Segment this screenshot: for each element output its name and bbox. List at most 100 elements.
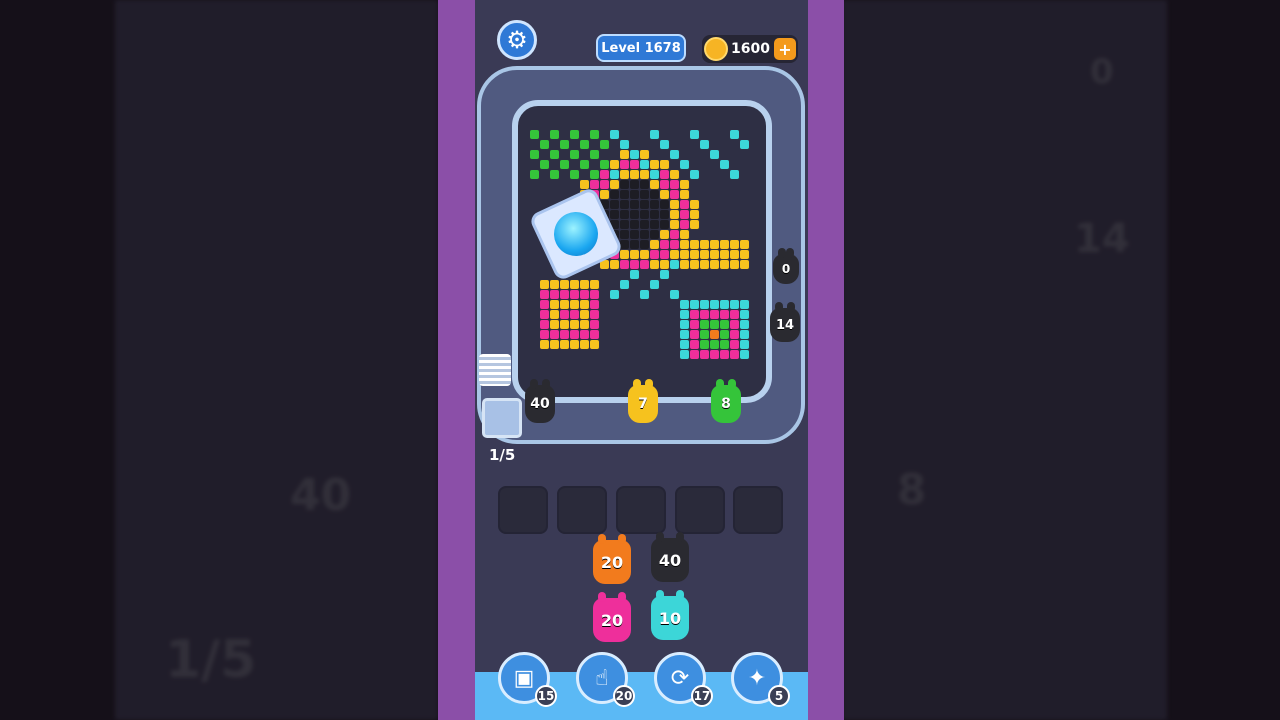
- pixel-block: [590, 330, 599, 339]
- pixel-block: [540, 300, 549, 309]
- booster-count: 17: [691, 685, 713, 707]
- pixel-block: [700, 310, 709, 319]
- holding-slot-5[interactable]: [733, 486, 783, 534]
- pixel-block: [690, 350, 699, 359]
- pixel-block: [630, 250, 639, 259]
- pixel-block: [570, 340, 579, 349]
- pixel-block: [620, 150, 629, 159]
- pixel-block: [690, 250, 699, 259]
- pixel-block: [740, 300, 749, 309]
- pixel-block: [690, 170, 699, 179]
- holding-slot-3[interactable]: [616, 486, 666, 534]
- pixel-block: [590, 130, 599, 139]
- pixel-block: [580, 160, 589, 169]
- booster-hand[interactable]: ☝ 20: [576, 652, 635, 707]
- booster-add-card[interactable]: ▣ 15: [498, 652, 557, 707]
- pixel-block: [590, 320, 599, 329]
- track-creature-0[interactable]: 0: [773, 248, 799, 284]
- gear-icon: ⚙: [506, 26, 528, 54]
- pixel-block: [580, 310, 589, 319]
- pixel-block: [580, 180, 589, 189]
- pixel-block: [600, 180, 609, 189]
- pixel-block: [560, 290, 569, 299]
- pixel-block: [680, 260, 689, 269]
- pixel-block: [650, 230, 659, 239]
- holding-slot-4[interactable]: [675, 486, 725, 534]
- pixel-block: [660, 240, 669, 249]
- pixel-block: [720, 240, 729, 249]
- booster-shuffle[interactable]: ⟳ 17: [654, 652, 713, 707]
- pixel-block: [670, 250, 679, 259]
- ghost-value-40: 40: [290, 470, 352, 521]
- pixel-block: [730, 260, 739, 269]
- pixel-block: [560, 280, 569, 289]
- pixel-block: [640, 170, 649, 179]
- pixel-block: [710, 310, 719, 319]
- booster-creature-blast[interactable]: ✦ 5: [731, 652, 790, 707]
- pixel-block: [550, 330, 559, 339]
- pixel-block: [570, 310, 579, 319]
- queue-creature-20-pink[interactable]: 20: [593, 592, 631, 642]
- pixel-block: [690, 260, 699, 269]
- track-creature-14[interactable]: 14: [770, 302, 800, 342]
- pixel-block: [580, 300, 589, 309]
- pixel-block: [590, 280, 599, 289]
- pixel-block: [560, 160, 569, 169]
- booster-count: 20: [613, 685, 635, 707]
- pixel-block: [680, 240, 689, 249]
- pixel-block: [700, 320, 709, 329]
- pixel-block: [690, 130, 699, 139]
- pixel-block: [680, 250, 689, 259]
- holding-slot-1[interactable]: [498, 486, 548, 534]
- pixel-block: [700, 350, 709, 359]
- pixel-block: [650, 250, 659, 259]
- coin-counter: 1600 +: [702, 35, 798, 63]
- pixel-block: [690, 340, 699, 349]
- settings-button[interactable]: ⚙: [497, 20, 537, 60]
- add-coins-button[interactable]: +: [774, 38, 796, 60]
- pixel-block: [710, 260, 719, 269]
- pixel-block: [530, 150, 539, 159]
- pixel-block: [590, 300, 599, 309]
- pixel-block: [710, 300, 719, 309]
- pixel-block: [670, 170, 679, 179]
- pixel-block: [690, 210, 699, 219]
- pixel-block: [650, 280, 659, 289]
- pixel-block: [620, 140, 629, 149]
- pixel-block: [680, 340, 689, 349]
- pixel-block: [730, 300, 739, 309]
- pixel-block: [560, 300, 569, 309]
- pixel-block: [630, 160, 639, 169]
- pixel-block: [570, 170, 579, 179]
- queue-creature-40[interactable]: 40: [651, 532, 689, 582]
- pixel-block: [630, 190, 639, 199]
- pixel-block: [590, 150, 599, 159]
- pixel-block: [640, 260, 649, 269]
- pixel-block: [690, 320, 699, 329]
- pixel-block: [670, 200, 679, 209]
- pixel-block: [700, 240, 709, 249]
- pixel-block: [730, 320, 739, 329]
- pixel-block: [570, 330, 579, 339]
- pixel-block: [670, 230, 679, 239]
- pixel-block: [640, 180, 649, 189]
- pixel-block: [670, 260, 679, 269]
- queue-creature-20-orange[interactable]: 20: [593, 534, 631, 584]
- add-card-icon: ▣: [513, 665, 535, 691]
- pixel-block: [730, 170, 739, 179]
- pixel-block: [570, 320, 579, 329]
- track-creature-8[interactable]: 8: [711, 379, 741, 423]
- queue-creature-10[interactable]: 10: [651, 590, 689, 640]
- track-creature-7[interactable]: 7: [628, 379, 658, 423]
- pixel-block: [700, 250, 709, 259]
- pixel-block: [710, 240, 719, 249]
- pixel-block: [670, 240, 679, 249]
- track-creature-40[interactable]: 40: [525, 379, 555, 423]
- ghost-value-14: 14: [1074, 216, 1130, 262]
- dispenser-counter: 1/5: [489, 446, 516, 464]
- dispenser-box: [482, 398, 522, 438]
- pixel-block: [740, 330, 749, 339]
- pixel-block: [590, 340, 599, 349]
- pixel-block: [650, 260, 659, 269]
- holding-slot-2[interactable]: [557, 486, 607, 534]
